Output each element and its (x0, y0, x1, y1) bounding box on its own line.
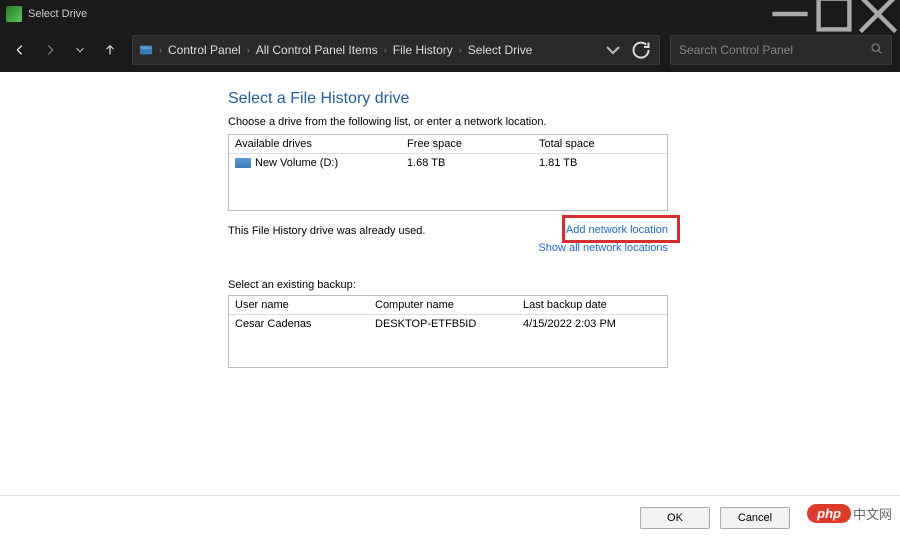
maximize-button[interactable] (812, 0, 856, 28)
col-last-backup: Last backup date (517, 296, 667, 314)
chevron-right-icon: › (247, 45, 250, 55)
drives-table: Available drives Free space Total space … (228, 134, 668, 211)
instruction-text: Choose a drive from the following list, … (228, 116, 900, 128)
add-network-location-link[interactable]: Add network location (538, 221, 668, 239)
backup-table: User name Computer name Last backup date… (228, 295, 668, 368)
navbar: › Control Panel › All Control Panel Item… (0, 28, 900, 72)
search-box[interactable] (670, 35, 892, 65)
footer: OK Cancel (0, 495, 900, 539)
crumb-all-items[interactable]: All Control Panel Items (256, 43, 378, 57)
titlebar: Select Drive (0, 0, 900, 28)
used-message: This File History drive was already used… (228, 221, 538, 237)
content: Select a File History drive Choose a dri… (0, 72, 900, 495)
ok-button[interactable]: OK (640, 507, 710, 529)
app-icon (6, 6, 22, 22)
drive-icon (235, 158, 251, 168)
addressbar[interactable]: › Control Panel › All Control Panel Item… (132, 35, 660, 65)
backup-date: 4/15/2022 2:03 PM (517, 315, 667, 333)
drive-total: 1.81 TB (533, 154, 667, 172)
page-title: Select a File History drive (228, 90, 900, 108)
col-user-name: User name (229, 296, 369, 314)
mid-row: This File History drive was already used… (228, 221, 668, 257)
minimize-button[interactable] (768, 0, 812, 28)
close-button[interactable] (856, 0, 900, 28)
forward-button[interactable] (38, 38, 62, 62)
col-computer-name: Computer name (369, 296, 517, 314)
link-column: Add network location Show all network lo… (538, 221, 668, 257)
drive-name: New Volume (D:) (255, 157, 338, 169)
drive-row[interactable]: New Volume (D:) 1.68 TB 1.81 TB (229, 154, 667, 172)
col-free-space: Free space (401, 135, 533, 153)
up-button[interactable] (98, 38, 122, 62)
chevron-right-icon: › (159, 45, 162, 55)
crumb-control-panel[interactable]: Control Panel (168, 43, 241, 57)
col-available-drives: Available drives (229, 135, 401, 153)
drives-header: Available drives Free space Total space (229, 135, 667, 154)
window-title: Select Drive (28, 8, 768, 20)
refresh-button[interactable] (629, 38, 653, 62)
search-icon (870, 42, 883, 58)
col-total-space: Total space (533, 135, 667, 153)
backup-row[interactable]: Cesar Cadenas DESKTOP-ETFB5ID 4/15/2022 … (229, 315, 667, 333)
backup-body: Cesar Cadenas DESKTOP-ETFB5ID 4/15/2022 … (229, 315, 667, 367)
crumb-file-history[interactable]: File History (393, 43, 453, 57)
backup-label: Select an existing backup: (228, 279, 900, 291)
search-input[interactable] (679, 43, 870, 57)
window-buttons (768, 0, 900, 28)
chevron-right-icon: › (459, 45, 462, 55)
crumb-select-drive[interactable]: Select Drive (468, 43, 533, 57)
backup-header: User name Computer name Last backup date (229, 296, 667, 315)
backup-computer: DESKTOP-ETFB5ID (369, 315, 517, 333)
cancel-button[interactable]: Cancel (720, 507, 790, 529)
control-panel-icon (139, 43, 153, 57)
back-button[interactable] (8, 38, 32, 62)
address-chevron-down-icon[interactable] (601, 38, 625, 62)
chevron-right-icon: › (384, 45, 387, 55)
drives-body: New Volume (D:) 1.68 TB 1.81 TB (229, 154, 667, 210)
recent-chevron-down-icon[interactable] (68, 38, 92, 62)
drive-free: 1.68 TB (401, 154, 533, 172)
backup-user: Cesar Cadenas (229, 315, 369, 333)
show-all-network-locations-link[interactable]: Show all network locations (538, 239, 668, 257)
